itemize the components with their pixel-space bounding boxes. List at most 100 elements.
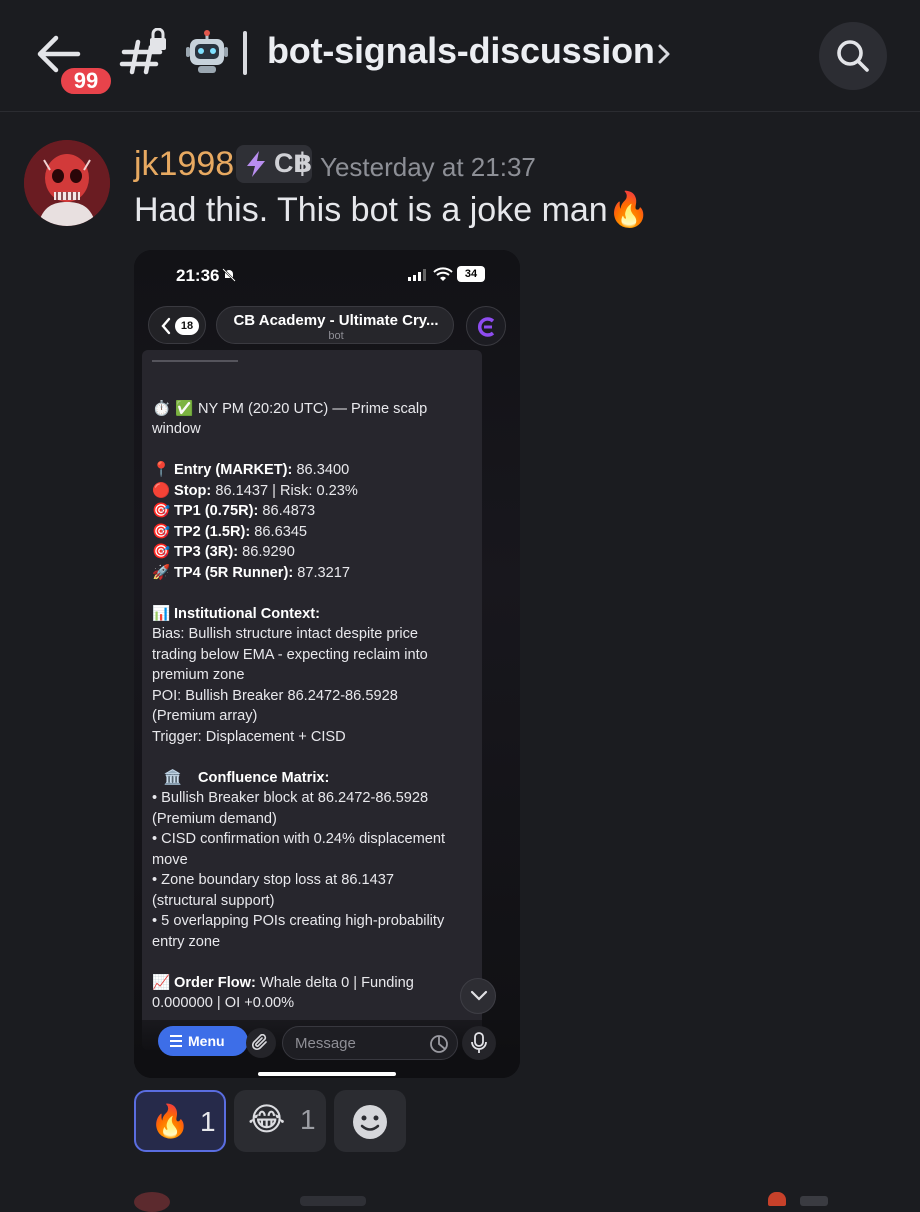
- line-emoji: ⏱️ ✅: [152, 400, 194, 417]
- joy-emoji: 😂: [248, 1101, 286, 1137]
- unread-badge: 99: [57, 64, 115, 98]
- signal-icon: [408, 269, 426, 281]
- line-text: • Bullish Breaker block at 86.2472-86.59…: [152, 790, 429, 806]
- line-text: Trigger: Displacement + CISD: [152, 728, 346, 745]
- message-line: ⏱️ ✅ NY PM (20:20 UTC) — Prime scalp: [152, 399, 427, 420]
- line-emoji: 📊: [152, 605, 171, 622]
- reaction-joy[interactable]: 😂 1: [234, 1090, 326, 1152]
- line-label: TP4 (5R Runner):: [174, 564, 294, 581]
- add-reaction-button[interactable]: [334, 1090, 406, 1152]
- chat-subtitle: bot: [328, 330, 344, 342]
- line-text: 86.9290: [242, 544, 295, 560]
- line-text: 86.1437 | Risk: 0.23%: [215, 482, 358, 499]
- message-line: (structural support): [152, 891, 274, 912]
- line-emoji: 📈: [152, 974, 171, 991]
- message-line: Bias: Bullish structure intact despite p…: [152, 624, 418, 645]
- microphone-button[interactable]: [462, 1026, 496, 1060]
- attached-image[interactable]: 21:36 34 18 CB Academy - Ultimate Cry...…: [134, 250, 520, 1078]
- lightning-icon: [247, 151, 265, 177]
- wifi-icon: [433, 267, 453, 281]
- line-emoji: 🏛️: [163, 769, 183, 786]
- muted-bell-icon: [222, 268, 236, 282]
- line-text: premium zone: [152, 667, 245, 683]
- bot-logo-icon: [477, 317, 495, 337]
- search-button[interactable]: [819, 22, 887, 90]
- message-input[interactable]: Message: [282, 1026, 458, 1060]
- line-text: • Zone boundary stop loss at 86.1437: [152, 872, 395, 888]
- chat-back-button[interactable]: 18: [148, 306, 206, 344]
- next-message-avatar: [134, 1192, 170, 1212]
- unread-count: 18: [175, 317, 199, 335]
- channel-header: 99 bot-signals-discussion: [0, 0, 920, 112]
- message-line: 📈 Order Flow: Whale delta 0 | Funding: [152, 973, 414, 994]
- line-label: TP2 (1.5R):: [174, 523, 251, 540]
- line-text: • 5 overlapping POIs creating high-proba…: [152, 913, 445, 929]
- message-line: • CISD confirmation with 0.24% displacem…: [152, 829, 445, 850]
- line-emoji: 🎯: [152, 503, 171, 519]
- line-text: (Premium array): [152, 708, 258, 724]
- attach-button[interactable]: [246, 1028, 276, 1058]
- message-line: 🎯 TP3 (3R): 86.9290: [152, 542, 295, 563]
- message-text: Had this. This bot is a joke man🔥: [134, 191, 651, 229]
- line-emoji: 🚀: [152, 564, 171, 581]
- channel-name[interactable]: bot-signals-discussion: [267, 30, 655, 72]
- avatar[interactable]: [24, 140, 110, 226]
- message-line: POI: Bullish Breaker 86.2472-86.5928: [152, 686, 398, 707]
- line-text: trading below EMA - expecting reclaim in…: [152, 646, 428, 663]
- message-line: 🏛️ Confluence Matrix:: [152, 768, 329, 789]
- home-indicator: [258, 1072, 396, 1076]
- message-line: premium zone: [152, 665, 244, 686]
- message-placeholder: Message: [295, 1035, 356, 1052]
- chevron-down-icon: [470, 990, 488, 1001]
- server-tag[interactable]: C฿: [236, 145, 312, 183]
- battery-indicator: 34: [457, 266, 485, 282]
- username[interactable]: jk1998: [134, 145, 234, 184]
- smiley-icon: [353, 1105, 387, 1139]
- search-icon: [837, 40, 869, 72]
- microphone-icon: [471, 1032, 487, 1053]
- message-line: 🔴 Stop: 86.1437 | Risk: 0.23%: [152, 481, 358, 502]
- line-text: 86.3400: [296, 462, 350, 478]
- line-emoji: 🔴: [152, 482, 171, 499]
- scroll-down-button[interactable]: [460, 978, 496, 1014]
- message-line: 🚀 TP4 (5R Runner): 87.3217: [152, 563, 350, 584]
- menu-button[interactable]: Menu: [158, 1026, 248, 1056]
- message-line: • Zone boundary stop loss at 86.1437: [152, 870, 394, 891]
- menu-label: Menu: [188, 1033, 225, 1049]
- line-label: Confluence Matrix:: [198, 769, 330, 786]
- reaction-count: 1: [300, 1104, 316, 1135]
- message-timestamp: Yesterday at 21:37: [320, 152, 536, 182]
- menu-lines-icon: [170, 1035, 182, 1047]
- line-text: • CISD confirmation with 0.24% displacem…: [152, 831, 446, 847]
- message-line: Trigger: Displacement + CISD: [152, 727, 346, 748]
- robot-icon: [186, 30, 228, 74]
- line-text: entry zone: [152, 933, 221, 950]
- server-tag-label: C฿: [274, 148, 313, 178]
- status-time: 21:36: [176, 266, 220, 285]
- chevron-right-icon[interactable]: [654, 40, 674, 68]
- line-text: 87.3217: [297, 564, 351, 581]
- message-line: • 5 overlapping POIs creating high-proba…: [152, 911, 444, 932]
- message-line: window: [152, 419, 201, 440]
- bot-avatar[interactable]: [466, 306, 506, 346]
- reaction-count: 1: [200, 1106, 216, 1137]
- message-line: (Premium demand): [152, 809, 277, 830]
- line-label: Stop:: [174, 482, 212, 499]
- message-line: entry zone: [152, 932, 220, 953]
- line-emoji: 🎯: [152, 544, 171, 560]
- fire-emoji: 🔥: [150, 1103, 190, 1139]
- line-label: Institutional Context:: [174, 605, 320, 622]
- line-label: TP3 (3R):: [174, 544, 239, 560]
- line-text: POI: Bullish Breaker 86.2472-86.5928: [152, 687, 398, 704]
- message-line: 📍 Entry (MARKET): 86.3400: [152, 460, 349, 481]
- next-message-badge: [800, 1196, 828, 1206]
- sticker-icon[interactable]: [429, 1034, 449, 1054]
- line-label: TP1 (0.75R):: [174, 503, 259, 519]
- chat-title-bar[interactable]: CB Academy - Ultimate Cry... bot: [216, 306, 454, 344]
- next-message-tag: [300, 1196, 366, 1206]
- bot-message-bubble: ⏱️ ✅ NY PM (20:20 UTC) — Prime scalp windo…: [142, 350, 482, 1050]
- line-text: Whale delta 0 | Funding: [259, 974, 414, 991]
- line-text: NY PM (20:20 UTC) — Prime scalp: [198, 400, 428, 417]
- line-label: Order Flow:: [174, 974, 256, 991]
- reaction-fire[interactable]: 🔥 1: [134, 1090, 226, 1152]
